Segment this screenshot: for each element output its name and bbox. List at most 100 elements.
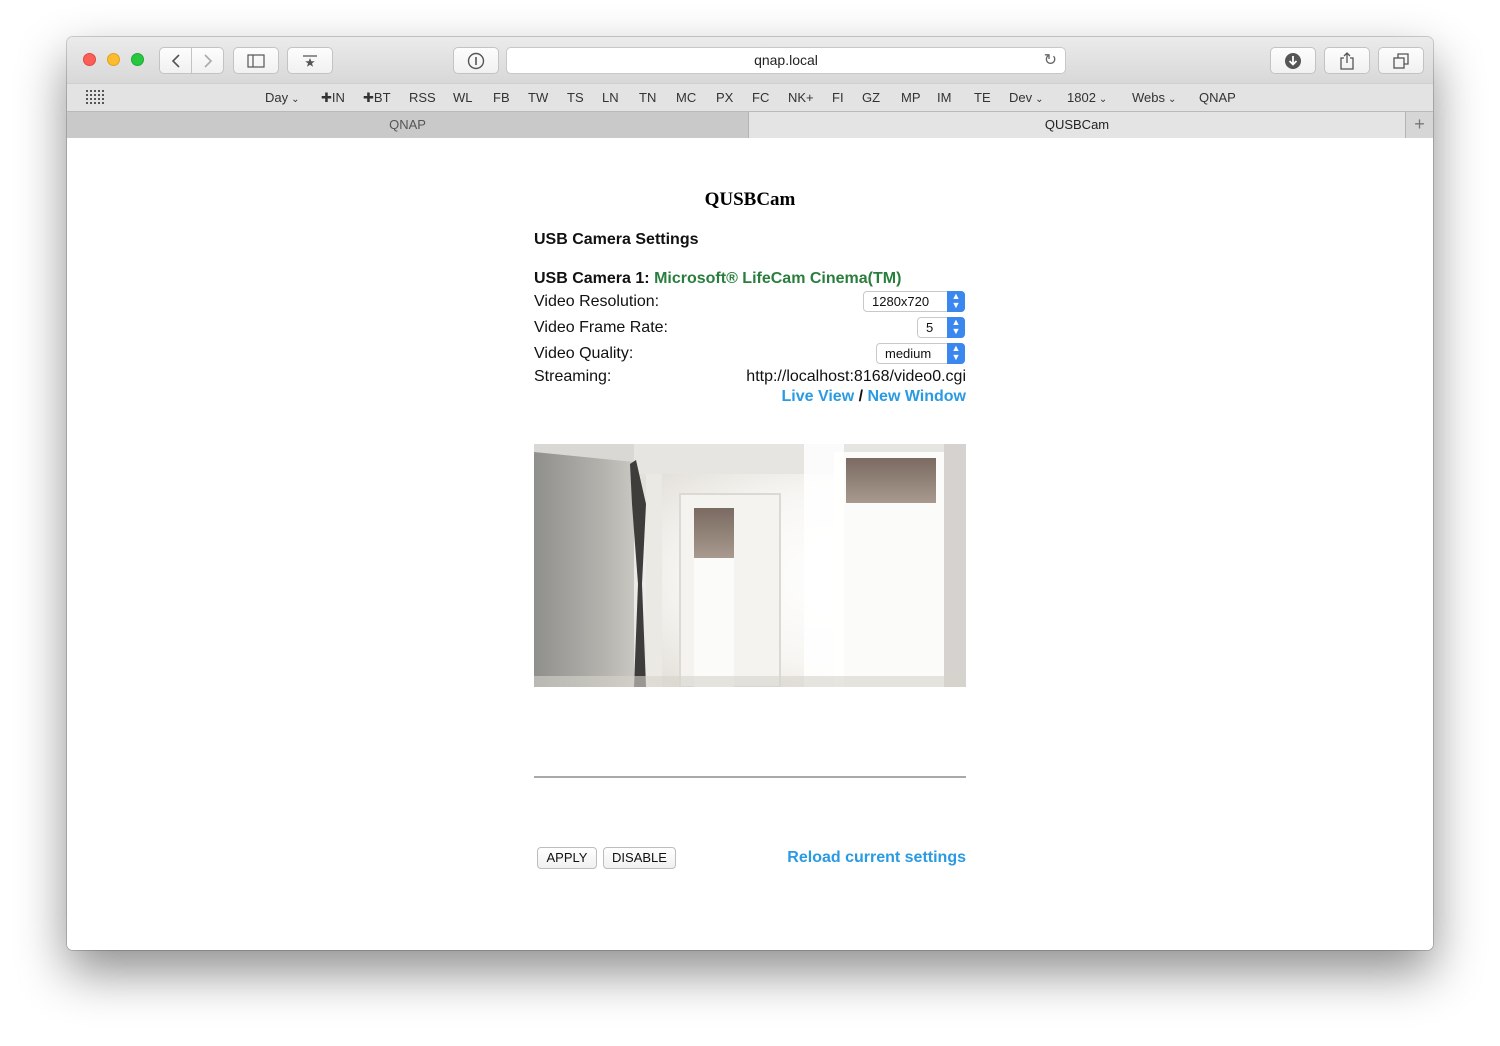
camera-live-image xyxy=(534,444,966,687)
favorite-label: GZ xyxy=(862,90,881,105)
minimize-window-button[interactable] xyxy=(107,53,120,66)
sidebar-button[interactable] xyxy=(233,47,279,74)
top-sites-icon xyxy=(303,54,317,67)
page-content: QUSBCam USB Camera Settings USB Camera 1… xyxy=(67,139,1433,950)
favorite-item[interactable]: MP xyxy=(901,90,921,105)
favorite-item[interactable]: PX xyxy=(716,90,733,105)
framerate-label: Video Frame Rate: xyxy=(534,319,668,336)
camera-frame-image xyxy=(534,444,966,687)
resolution-label: Video Resolution: xyxy=(534,293,660,310)
chevron-down-icon: ⌄ xyxy=(291,94,300,105)
favorite-item[interactable]: TE xyxy=(974,90,991,105)
select-stepper-icon: ▲ ▼ xyxy=(947,317,965,338)
select-stepper-icon: ▲ ▼ xyxy=(947,343,965,364)
favorite-label: ✚IN xyxy=(321,90,345,105)
favorite-item[interactable]: Day ⌄ xyxy=(265,90,300,105)
favorite-item[interactable]: LN xyxy=(602,90,619,105)
downloads-button[interactable] xyxy=(1270,47,1316,74)
info-icon xyxy=(467,52,485,69)
favorite-item[interactable]: MC xyxy=(676,90,696,105)
favorite-label: WL xyxy=(453,90,473,105)
address-bar[interactable]: qnap.local ↻ xyxy=(506,47,1066,74)
camera-label: USB Camera 1: xyxy=(534,270,650,287)
quality-select[interactable]: medium ▲ ▼ xyxy=(876,343,965,364)
favorites-bar: Day ⌄ ✚IN ✚BT RSS WL FB TW TS LN TN MC PX FC NK+ FI GZ MP… xyxy=(67,83,1433,111)
close-window-button[interactable] xyxy=(83,53,96,66)
favorite-label: QNAP xyxy=(1199,90,1236,105)
favorite-item[interactable]: TW xyxy=(528,90,548,105)
live-view-link[interactable]: Live View xyxy=(782,388,855,405)
favorite-item[interactable]: QNAP xyxy=(1199,90,1236,105)
sidebar-icon xyxy=(247,53,265,68)
tab-overview-button[interactable] xyxy=(1378,47,1424,74)
back-forward-buttons xyxy=(159,47,224,74)
favorite-item[interactable]: RSS xyxy=(409,90,436,105)
favorite-label: TW xyxy=(528,90,549,105)
favorite-label: IM xyxy=(937,90,952,105)
share-icon xyxy=(1340,51,1354,70)
share-button[interactable] xyxy=(1324,47,1370,74)
favorite-label: PX xyxy=(716,90,734,105)
favorite-item[interactable]: FB xyxy=(493,90,510,105)
chevron-down-icon: ⌄ xyxy=(1168,94,1177,105)
favorite-item[interactable]: Webs ⌄ xyxy=(1132,90,1176,105)
favorite-item[interactable]: WL xyxy=(453,90,473,105)
top-sites-button[interactable] xyxy=(287,47,333,74)
tab-bar: QNAP QUSBCam + xyxy=(67,111,1433,138)
favorite-label: MP xyxy=(901,90,921,105)
framerate-select[interactable]: 5 ▲ ▼ xyxy=(917,317,965,338)
favorite-item[interactable]: Dev ⌄ xyxy=(1009,90,1044,105)
favorite-label: TS xyxy=(567,90,584,105)
address-text: qnap.local xyxy=(754,52,818,68)
favorite-item[interactable]: TS xyxy=(567,90,584,105)
tab-qusbcam[interactable]: QUSBCam xyxy=(749,112,1405,138)
new-window-link[interactable]: New Window xyxy=(867,388,966,405)
resolution-select[interactable]: 1280x720 ▲ ▼ xyxy=(863,291,965,312)
camera-name: Microsoft® LifeCam Cinema(TM) xyxy=(654,270,902,287)
favorite-label: Webs xyxy=(1132,90,1165,105)
chevron-down-icon: ⌄ xyxy=(1035,94,1044,105)
favorite-label: NK+ xyxy=(788,90,814,105)
favorite-label: TN xyxy=(639,90,657,105)
browser-window: qnap.local ↻ Day ⌄ ✚IN ✚BT RSS WL FB TW TS LN TN MC… xyxy=(67,37,1433,950)
favorite-label: ✚BT xyxy=(363,90,391,105)
reader-button[interactable] xyxy=(453,47,499,74)
streaming-label: Streaming: xyxy=(534,368,612,385)
apply-button[interactable]: APPLY xyxy=(537,847,597,869)
favorite-item[interactable]: FC xyxy=(752,90,769,105)
download-icon xyxy=(1285,52,1301,69)
disable-button[interactable]: DISABLE xyxy=(603,847,676,869)
favorite-label: FI xyxy=(832,90,844,105)
favorite-item[interactable]: IM xyxy=(937,90,951,105)
page-title: QUSBCam xyxy=(704,189,796,210)
plus-icon: + xyxy=(1414,114,1425,134)
favorite-label: TE xyxy=(974,90,991,105)
favorite-item[interactable]: NK+ xyxy=(788,90,814,105)
apps-grid-icon[interactable] xyxy=(86,90,104,105)
tab-qnap[interactable]: QNAP xyxy=(67,112,749,138)
quality-value: medium xyxy=(885,346,932,361)
forward-button[interactable] xyxy=(191,48,223,73)
reload-icon[interactable]: ↻ xyxy=(1044,48,1057,73)
reload-settings-link[interactable]: Reload current settings xyxy=(787,849,966,867)
link-separator: / xyxy=(854,388,868,405)
view-links: Live View / New Window xyxy=(782,388,967,406)
favorite-label: MC xyxy=(676,90,697,105)
framerate-value: 5 xyxy=(926,320,934,335)
favorite-item[interactable]: TN xyxy=(639,90,656,105)
settings-heading: USB Camera Settings xyxy=(534,231,699,248)
new-tab-button[interactable]: + xyxy=(1405,112,1433,138)
favorite-item[interactable]: ✚IN xyxy=(321,90,345,106)
camera-line: USB Camera 1: Microsoft® LifeCam Cinema(… xyxy=(534,270,901,288)
back-button[interactable] xyxy=(160,48,191,73)
favorite-item[interactable]: ✚BT xyxy=(363,90,391,106)
maximize-window-button[interactable] xyxy=(131,53,144,66)
favorite-label: FC xyxy=(752,90,770,105)
section-divider xyxy=(534,776,966,778)
favorite-label: LN xyxy=(602,90,619,105)
favorite-label: FB xyxy=(493,90,510,105)
favorite-item[interactable]: GZ xyxy=(862,90,880,105)
favorite-item[interactable]: FI xyxy=(832,90,844,105)
favorite-item[interactable]: 1802 ⌄ xyxy=(1067,90,1107,105)
browser-toolbar: qnap.local ↻ xyxy=(67,37,1433,83)
